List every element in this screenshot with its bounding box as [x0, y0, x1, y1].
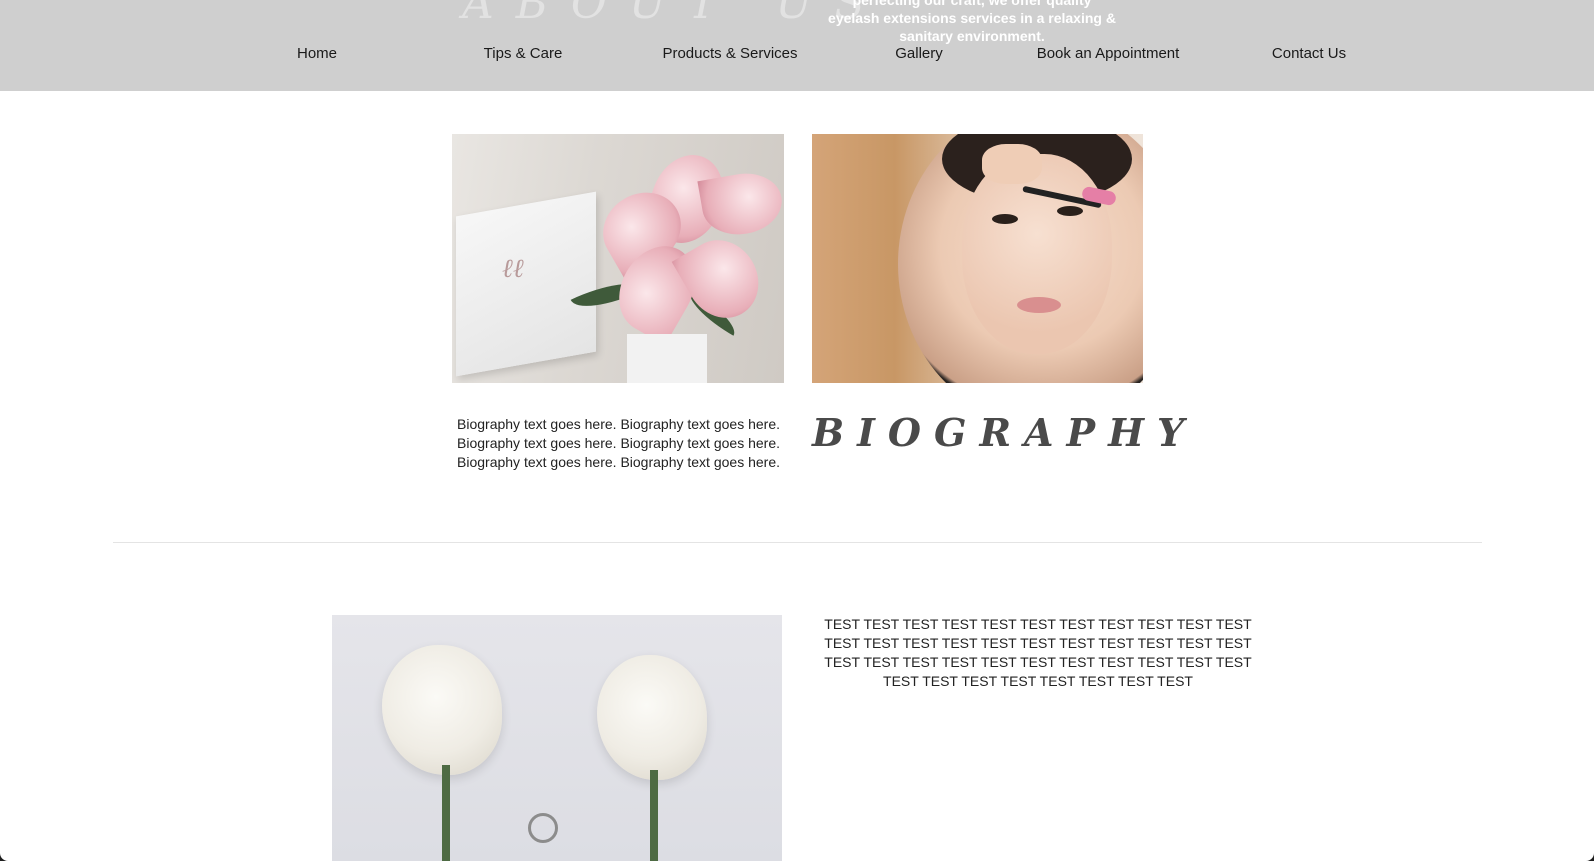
right-eye [1057, 206, 1083, 216]
lilies-photo: ℓℓ [452, 134, 784, 383]
rose [382, 645, 502, 775]
site-header: ABOUT US perfecting our craft, we offer … [0, 0, 1594, 91]
page: ABOUT US perfecting our craft, we offer … [0, 0, 1594, 861]
dental-mirror-tool [528, 813, 558, 843]
section-divider [113, 542, 1482, 543]
biography-heading: BIOGRAPHY [812, 410, 1198, 455]
vase [627, 334, 707, 383]
nav-products-services[interactable]: Products & Services [662, 45, 797, 62]
lily-petal [697, 167, 784, 241]
lips [1017, 297, 1061, 313]
rose-stem [442, 765, 450, 861]
rose-stem [650, 770, 658, 861]
white-roses-photo [332, 615, 782, 861]
hand [982, 144, 1042, 184]
hero-tagline: perfecting our craft, we offer quality e… [828, 0, 1116, 44]
nav-gallery[interactable]: Gallery [895, 45, 943, 62]
main-nav: Home Tips & Care Products & Services Gal… [0, 45, 1594, 67]
box-logo: ℓℓ [502, 254, 524, 284]
nav-contact-us[interactable]: Contact Us [1272, 45, 1346, 62]
gift-box [456, 191, 596, 377]
face [962, 154, 1112, 354]
left-eye [992, 214, 1018, 224]
rose [597, 655, 707, 780]
hero-title: ABOUT US [462, 0, 887, 29]
section2-text: TEST TEST TEST TEST TEST TEST TEST TEST … [824, 616, 1252, 689]
nav-tips-care[interactable]: Tips & Care [484, 45, 563, 62]
nav-home[interactable]: Home [297, 45, 337, 62]
nav-book-appointment[interactable]: Book an Appointment [1037, 45, 1180, 62]
biography-text: Biography text goes here. Biography text… [457, 416, 780, 470]
mascara-mirror-photo [812, 134, 1143, 383]
